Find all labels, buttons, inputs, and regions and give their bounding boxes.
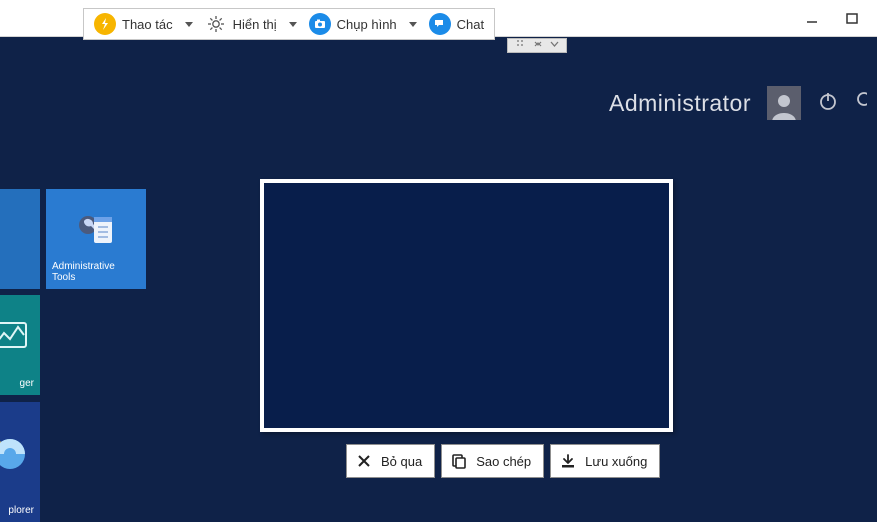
skip-button[interactable]: Bỏ qua [346, 444, 435, 478]
toolbar-action-menu[interactable]: Thao tác [90, 10, 197, 38]
window-maximize-button[interactable] [835, 6, 869, 30]
skip-label: Bỏ qua [381, 454, 422, 469]
ie-icon [0, 428, 30, 472]
expand-icon [533, 39, 543, 52]
search-icon[interactable] [855, 90, 867, 117]
toolbar-display-label: Hiển thị [233, 17, 277, 32]
toolbar-chat-label: Chat [457, 17, 484, 32]
toolbar-action-label: Thao tác [122, 17, 173, 32]
chevron-down-icon [185, 22, 193, 27]
toolbar-capture-menu[interactable]: Chụp hình [305, 10, 421, 38]
screenshot-selection[interactable] [260, 179, 673, 432]
copy-button[interactable]: Sao chép [441, 444, 544, 478]
copy-icon [450, 452, 468, 470]
chevron-down-icon [409, 22, 417, 27]
save-label: Lưu xuống [585, 454, 647, 469]
tile-label: ger [0, 378, 34, 389]
camera-icon [309, 13, 331, 35]
toolbar-handle[interactable] [507, 38, 567, 53]
power-icon[interactable] [817, 90, 839, 117]
bolt-icon [94, 13, 116, 35]
user-label: Administrator [609, 90, 751, 117]
task-manager-icon [0, 317, 36, 361]
admin-tools-icon [74, 207, 118, 251]
toolbar-capture-label: Chụp hình [337, 17, 397, 32]
tile-label: plorer [0, 505, 34, 516]
remote-toolbar: Thao tác Hiển thị Chụp hình Chat [83, 8, 495, 40]
save-button[interactable]: Lưu xuống [550, 444, 660, 478]
start-header: Administrator [609, 86, 867, 120]
copy-label: Sao chép [476, 454, 531, 469]
toolbar-display-menu[interactable]: Hiển thị [201, 10, 301, 38]
tile-internet-explorer[interactable]: plorer [0, 402, 40, 522]
grip-icon [516, 39, 526, 52]
chevron-down-icon [550, 40, 559, 52]
window-minimize-button[interactable] [795, 6, 829, 30]
toolbar-chat-button[interactable]: Chat [425, 10, 488, 38]
capture-action-bar: Bỏ qua Sao chép Lưu xuống [346, 444, 660, 478]
gear-icon [205, 13, 227, 35]
tile-task-manager[interactable]: ger [0, 295, 40, 395]
chevron-down-icon [289, 22, 297, 27]
tile-partial-top[interactable] [0, 189, 40, 289]
avatar[interactable] [767, 86, 801, 120]
tile-admin-tools[interactable]: Administrative Tools [46, 189, 146, 289]
download-icon [559, 452, 577, 470]
tile-label: Administrative Tools [52, 261, 140, 283]
close-icon [355, 452, 373, 470]
chat-icon [429, 13, 451, 35]
